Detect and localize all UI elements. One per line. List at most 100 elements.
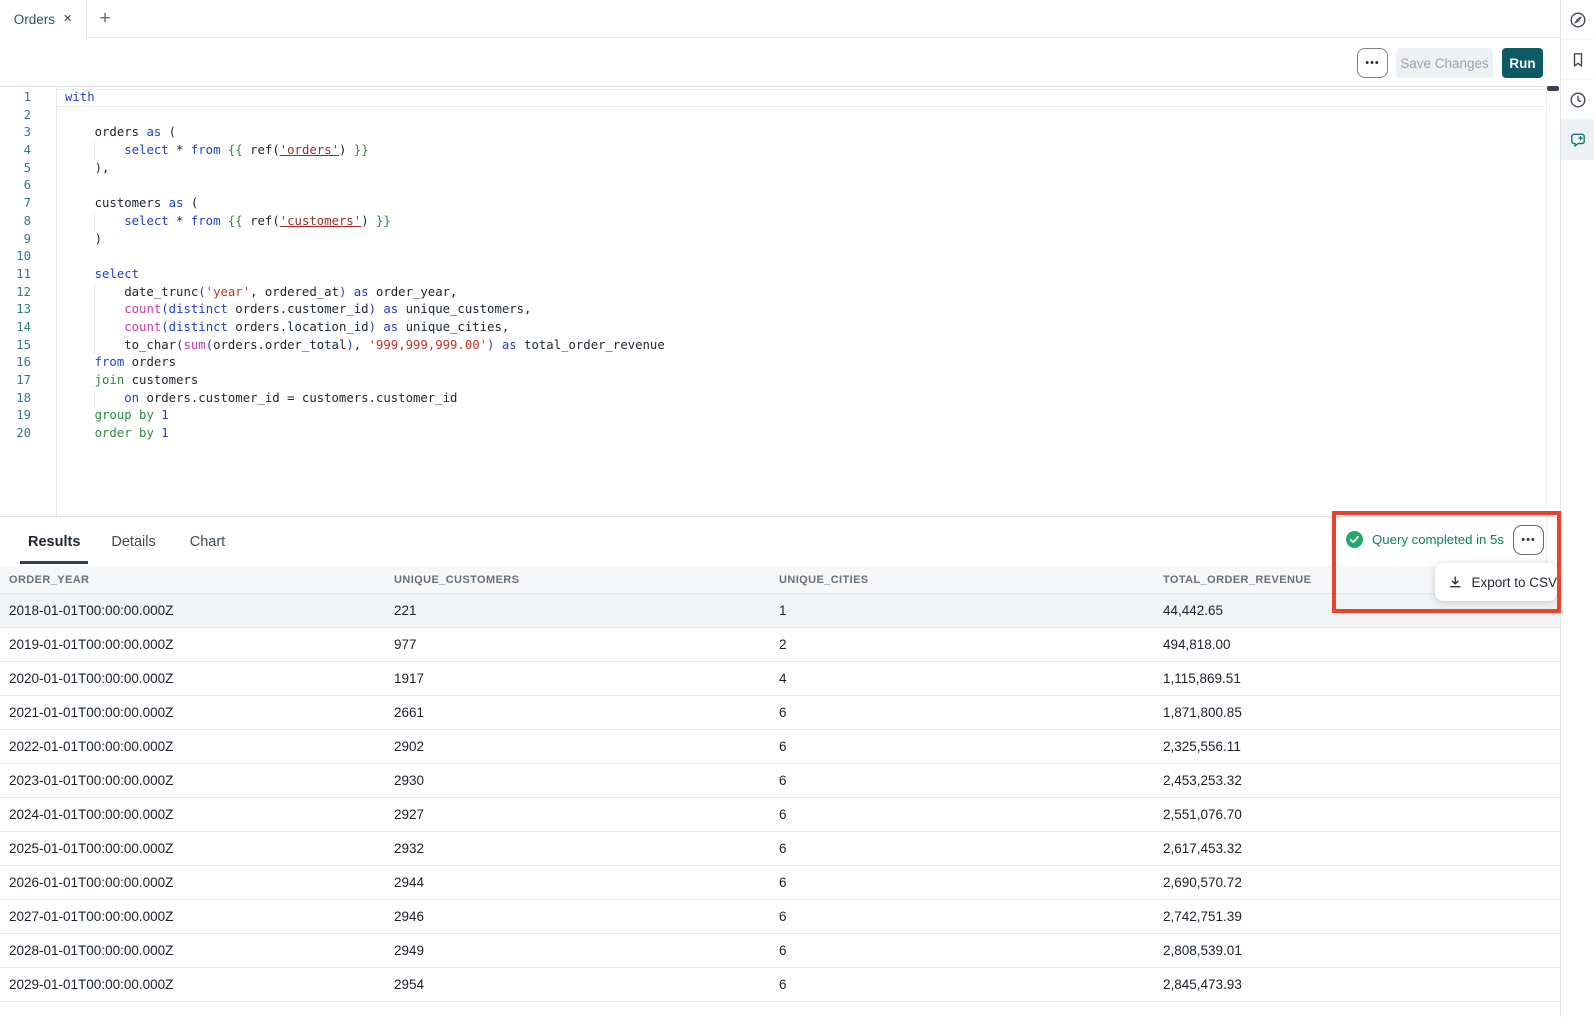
code-line: 16 from orders [0, 354, 1545, 372]
table-cell: 1917 [385, 671, 770, 686]
table-row[interactable]: 2022-01-01T00:00:00.000Z290262,325,556.1… [0, 730, 1560, 764]
comment-plus-icon [1569, 131, 1587, 149]
table-cell: 1,115,869.51 [1154, 671, 1560, 686]
table-cell: 2019-01-01T00:00:00.000Z [0, 637, 385, 652]
history-button[interactable] [1561, 80, 1594, 120]
editor-scrollbar-track[interactable] [1546, 86, 1547, 566]
table-cell: 2,845,473.93 [1154, 977, 1560, 992]
run-button[interactable]: Run [1502, 48, 1543, 78]
table-row[interactable]: 2029-01-01T00:00:00.000Z295462,845,473.9… [0, 968, 1560, 1002]
line-number: 19 [0, 407, 31, 425]
code-line: 12 date_trunc('year', ordered_at) as ord… [0, 284, 1545, 302]
table-cell: 6 [770, 943, 1154, 958]
editor-more-options-button[interactable]: ••• [1357, 48, 1388, 78]
table-cell: 1 [770, 603, 1154, 618]
table-cell: 2,551,076.70 [1154, 807, 1560, 822]
table-cell: 6 [770, 841, 1154, 856]
line-number: 6 [0, 177, 31, 195]
table-cell: 2020-01-01T00:00:00.000Z [0, 671, 385, 686]
column-header[interactable]: UNIQUE_CITIES [770, 574, 1154, 586]
column-header[interactable]: ORDER_YEAR [0, 574, 385, 586]
table-row[interactable]: 2028-01-01T00:00:00.000Z294962,808,539.0… [0, 934, 1560, 968]
results-table-header: ORDER_YEARUNIQUE_CUSTOMERSUNIQUE_CITIEST… [0, 566, 1560, 594]
save-changes-button[interactable]: Save Changes [1396, 48, 1493, 78]
table-cell: 2023-01-01T00:00:00.000Z [0, 773, 385, 788]
editor-tab-bar: Orders ✕ + [0, 0, 1560, 38]
table-cell: 221 [385, 603, 770, 618]
table-cell: 6 [770, 875, 1154, 890]
table-row[interactable]: 2025-01-01T00:00:00.000Z293262,617,453.3… [0, 832, 1560, 866]
code-line: 5 ), [0, 160, 1545, 178]
line-number: 3 [0, 124, 31, 142]
line-number: 17 [0, 372, 31, 390]
query-status-text: Query completed in 5s [1372, 532, 1504, 547]
table-cell: 977 [385, 637, 770, 652]
table-cell: 2,453,253.32 [1154, 773, 1560, 788]
compass-icon [1569, 11, 1587, 29]
bookmark-button[interactable] [1561, 40, 1594, 80]
close-icon[interactable]: ✕ [63, 14, 72, 25]
table-cell: 2902 [385, 739, 770, 754]
scrollbar-thumb[interactable] [1547, 86, 1559, 91]
column-header[interactable]: UNIQUE_CUSTOMERS [385, 574, 770, 586]
compass-button[interactable] [1561, 0, 1594, 40]
line-number: 1 [0, 89, 31, 107]
plus-icon: + [99, 8, 110, 30]
table-cell: 494,818.00 [1154, 637, 1560, 652]
table-cell: 2027-01-01T00:00:00.000Z [0, 909, 385, 924]
tab-details[interactable]: Details [111, 517, 155, 566]
table-row[interactable]: 2027-01-01T00:00:00.000Z294662,742,751.3… [0, 900, 1560, 934]
line-number: 20 [0, 425, 31, 443]
table-cell: 44,442.65 [1154, 603, 1560, 618]
code-line: 13 count(distinct orders.customer_id) as… [0, 301, 1545, 319]
table-row[interactable]: 2026-01-01T00:00:00.000Z294462,690,570.7… [0, 866, 1560, 900]
tab-orders-label: Orders [14, 12, 55, 27]
code-line: 15 to_char(sum(orders.order_total), '999… [0, 337, 1545, 355]
table-row[interactable]: 2024-01-01T00:00:00.000Z292762,551,076.7… [0, 798, 1560, 832]
tab-orders[interactable]: Orders ✕ [0, 0, 87, 38]
table-row[interactable]: 2021-01-01T00:00:00.000Z266161,871,800.8… [0, 696, 1560, 730]
code-line: 2 [0, 107, 1545, 125]
right-icon-rail [1560, 0, 1594, 1017]
new-tab-button[interactable]: + [94, 7, 116, 31]
feedback-button[interactable] [1561, 120, 1594, 160]
editor-toolbar: ••• Save Changes Run [0, 38, 1560, 86]
table-row[interactable]: 2023-01-01T00:00:00.000Z293062,453,253.3… [0, 764, 1560, 798]
table-row[interactable]: 2019-01-01T00:00:00.000Z9772494,818.00 [0, 628, 1560, 662]
table-cell: 2022-01-01T00:00:00.000Z [0, 739, 385, 754]
check-circle-icon [1346, 531, 1363, 548]
table-cell: 2946 [385, 909, 770, 924]
export-dropdown-menu-item[interactable]: Export to CSV [1435, 563, 1557, 601]
line-number: 16 [0, 354, 31, 372]
table-cell: 2954 [385, 977, 770, 992]
table-cell: 2018-01-01T00:00:00.000Z [0, 603, 385, 618]
results-more-options-button[interactable]: ••• [1513, 525, 1544, 555]
table-row[interactable]: 2020-01-01T00:00:00.000Z191741,115,869.5… [0, 662, 1560, 696]
line-number: 2 [0, 107, 31, 125]
code-line: 14 count(distinct orders.location_id) as… [0, 319, 1545, 337]
line-number: 7 [0, 195, 31, 213]
gutter-separator [56, 86, 57, 516]
results-tab-bar: Results Details Chart [0, 517, 700, 566]
table-cell: 6 [770, 739, 1154, 754]
line-number: 15 [0, 337, 31, 355]
tab-chart[interactable]: Chart [190, 517, 225, 566]
table-cell: 2026-01-01T00:00:00.000Z [0, 875, 385, 890]
line-number: 4 [0, 142, 31, 160]
table-row[interactable]: 2018-01-01T00:00:00.000Z221144,442.65 [0, 594, 1560, 628]
table-cell: 2025-01-01T00:00:00.000Z [0, 841, 385, 856]
code-line: 18 on orders.customer_id = customers.cus… [0, 390, 1545, 408]
code-line: 7 customers as ( [0, 195, 1545, 213]
code-line: 9 ) [0, 231, 1545, 249]
tab-results[interactable]: Results [28, 517, 80, 566]
table-cell: 2,325,556.11 [1154, 739, 1560, 754]
line-number: 12 [0, 284, 31, 302]
table-cell: 2949 [385, 943, 770, 958]
table-cell: 4 [770, 671, 1154, 686]
table-cell: 2932 [385, 841, 770, 856]
indent-guide [94, 390, 95, 408]
table-cell: 2028-01-01T00:00:00.000Z [0, 943, 385, 958]
sql-code-editor[interactable]: 1with23 orders as (4 select * from {{ re… [0, 86, 1545, 516]
indent-guide [94, 337, 95, 355]
table-cell: 6 [770, 977, 1154, 992]
